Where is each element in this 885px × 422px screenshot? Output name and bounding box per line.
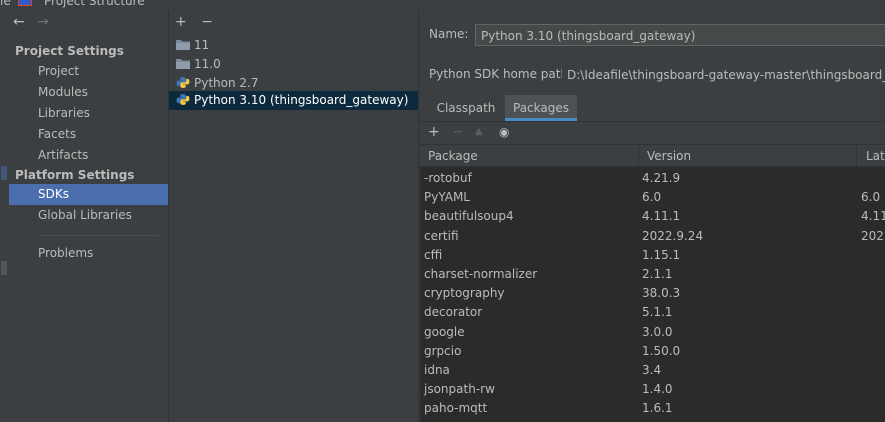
column-separator (856, 145, 857, 167)
tab-packages[interactable]: Packages (505, 95, 577, 121)
package-name-cell: grpcio (424, 343, 462, 358)
left-tool-strip (0, 11, 9, 422)
sdk-item-label: Python 3.10 (thingsboard_gateway) (194, 93, 409, 107)
version-cell: 1.50.0 (642, 343, 681, 358)
latest-version-cell: 2022 (861, 228, 885, 243)
latest-version-cell: 4.11 (861, 209, 885, 224)
sdk-item-label: 11 (194, 38, 210, 52)
table-row[interactable]: idna 3.4 (420, 361, 885, 380)
back-arrow-icon[interactable]: ← (13, 14, 25, 30)
version-cell: 1.6.1 (642, 401, 673, 416)
version-cell: 4.11.1 (642, 209, 681, 224)
packages-table: Package Version Late -rotobuf 4.21.9 PyYAM… (420, 144, 885, 422)
upgrade-package-icon[interactable]: ▲ (475, 126, 483, 137)
nav-item-problems[interactable]: Problems (9, 243, 168, 264)
sdk-item-11-0[interactable]: 11.0 (169, 55, 418, 74)
sdk-name-field[interactable]: Python 3.10 (thingsboard_gateway) (475, 24, 885, 46)
title-edge-text: le (0, 0, 11, 8)
folder-icon (176, 40, 190, 50)
folder-icon (176, 59, 190, 69)
sdk-home-path-field[interactable]: D:\Ideafile\thingsboard-gateway-master\t… (562, 64, 885, 86)
package-name-cell: jsonpath-rw (424, 382, 495, 397)
show-early-releases-icon[interactable]: ◉ (499, 125, 509, 139)
table-row[interactable]: grpcio 1.50.0 (420, 342, 885, 361)
strip-marker (1, 261, 7, 275)
sdk-toolbar: + − (175, 14, 223, 30)
window-title: Project Structure (44, 0, 145, 8)
table-row[interactable]: beautifulsoup4 4.11.1 4.11 (420, 207, 885, 226)
nav-item-modules[interactable]: Modules (9, 82, 168, 103)
package-name-cell: decorator (424, 305, 483, 320)
tab-classpath[interactable]: Classpath (431, 95, 501, 121)
version-cell: 3.4 (642, 363, 662, 377)
table-row[interactable]: certifi 2022.9.24 2022 (420, 227, 885, 246)
nav-separator (38, 235, 158, 236)
package-name-cell: cryptography (424, 286, 505, 301)
package-name-cell: google (424, 324, 465, 339)
uninstall-package-icon[interactable]: − (452, 124, 464, 140)
latest-version-cell: 6.0 (861, 190, 881, 205)
sdk-item-label: 11.0 (194, 57, 221, 71)
title-bar: le Project Structure (0, 0, 885, 11)
packages-table-header: Package Version Late (420, 144, 885, 167)
package-name-cell: beautifulsoup4 (424, 209, 514, 224)
nav-item-sdks[interactable]: SDKs (9, 184, 168, 205)
version-cell: 38.0.3 (642, 286, 681, 301)
table-row[interactable]: charset-normalizer 2.1.1 (420, 265, 885, 284)
nav-item-libraries[interactable]: Libraries (9, 103, 168, 124)
package-name-cell: charset-normalizer (424, 267, 538, 281)
python-icon (176, 77, 190, 88)
version-cell: 6.0 (642, 190, 662, 205)
nav-item-project[interactable]: Project (9, 61, 168, 82)
forward-arrow-icon[interactable]: → (37, 14, 49, 30)
nav-toolbar: ← → (9, 11, 168, 37)
sdk-item-label: Python 2.7 (194, 76, 259, 90)
add-sdk-icon[interactable]: + (175, 14, 187, 30)
install-package-icon[interactable]: + (428, 124, 440, 140)
version-cell: 4.21.9 (642, 171, 681, 185)
table-row[interactable]: PyYAML 6.0 6.0 (420, 188, 885, 207)
packages-toolbar: + − ▲ ◉ (419, 122, 885, 144)
table-row[interactable]: google 3.0.0 (420, 323, 885, 342)
version-cell: 5.1.1 (642, 305, 673, 320)
version-cell: 2022.9.24 (642, 228, 704, 243)
column-separator (638, 145, 639, 167)
column-header-package[interactable]: Package (428, 145, 478, 167)
table-row[interactable]: cryptography 38.0.3 (420, 284, 885, 303)
table-row[interactable]: jsonpath-rw 1.4.0 (420, 380, 885, 399)
intellij-logo-icon (18, 0, 32, 6)
table-row[interactable]: decorator 5.1.1 (420, 303, 885, 322)
nav-item-facets[interactable]: Facets (9, 124, 168, 145)
sdk-list-panel: + − 11 11.0 Python 2.7 Python 3.10 (thin… (169, 11, 418, 422)
table-row[interactable]: paho-mqtt 1.6.1 (420, 399, 885, 418)
nav-heading-platform-settings: Platform Settings (15, 168, 135, 182)
package-name-cell: cffi (424, 247, 443, 262)
version-cell: 3.0.0 (642, 324, 673, 339)
strip-marker (1, 166, 7, 180)
column-header-version[interactable]: Version (647, 145, 691, 167)
sdk-item-python-3-10[interactable]: Python 3.10 (thingsboard_gateway) (169, 91, 418, 110)
package-name-cell: certifi (424, 228, 459, 243)
version-cell: 2.1.1 (642, 267, 673, 281)
remove-sdk-icon[interactable]: − (201, 14, 213, 30)
nav-heading-project-settings: Project Settings (15, 44, 124, 58)
settings-nav: ← → Project Settings Project Modules Lib… (9, 11, 168, 422)
sdk-details-panel: Name: Python 3.10 (thingsboard_gateway) … (419, 11, 885, 422)
package-name-cell: paho-mqtt (424, 401, 488, 416)
nav-item-artifacts[interactable]: Artifacts (9, 145, 168, 166)
name-label: Name: (429, 27, 469, 41)
column-header-latest[interactable]: Late (866, 145, 885, 167)
version-cell: 1.4.0 (642, 382, 673, 397)
package-name-cell: -rotobuf (424, 171, 472, 185)
python-icon (176, 94, 190, 105)
home-path-label: Python SDK home path: (429, 67, 573, 81)
version-cell: 1.15.1 (642, 247, 681, 262)
sdk-item-11[interactable]: 11 (169, 36, 418, 55)
package-name-cell: PyYAML (424, 190, 470, 205)
table-row[interactable]: cffi 1.15.1 (420, 246, 885, 265)
nav-item-global-libraries[interactable]: Global Libraries (9, 205, 168, 226)
package-name-cell: idna (424, 363, 450, 377)
table-row[interactable]: -rotobuf 4.21.9 (420, 169, 885, 188)
